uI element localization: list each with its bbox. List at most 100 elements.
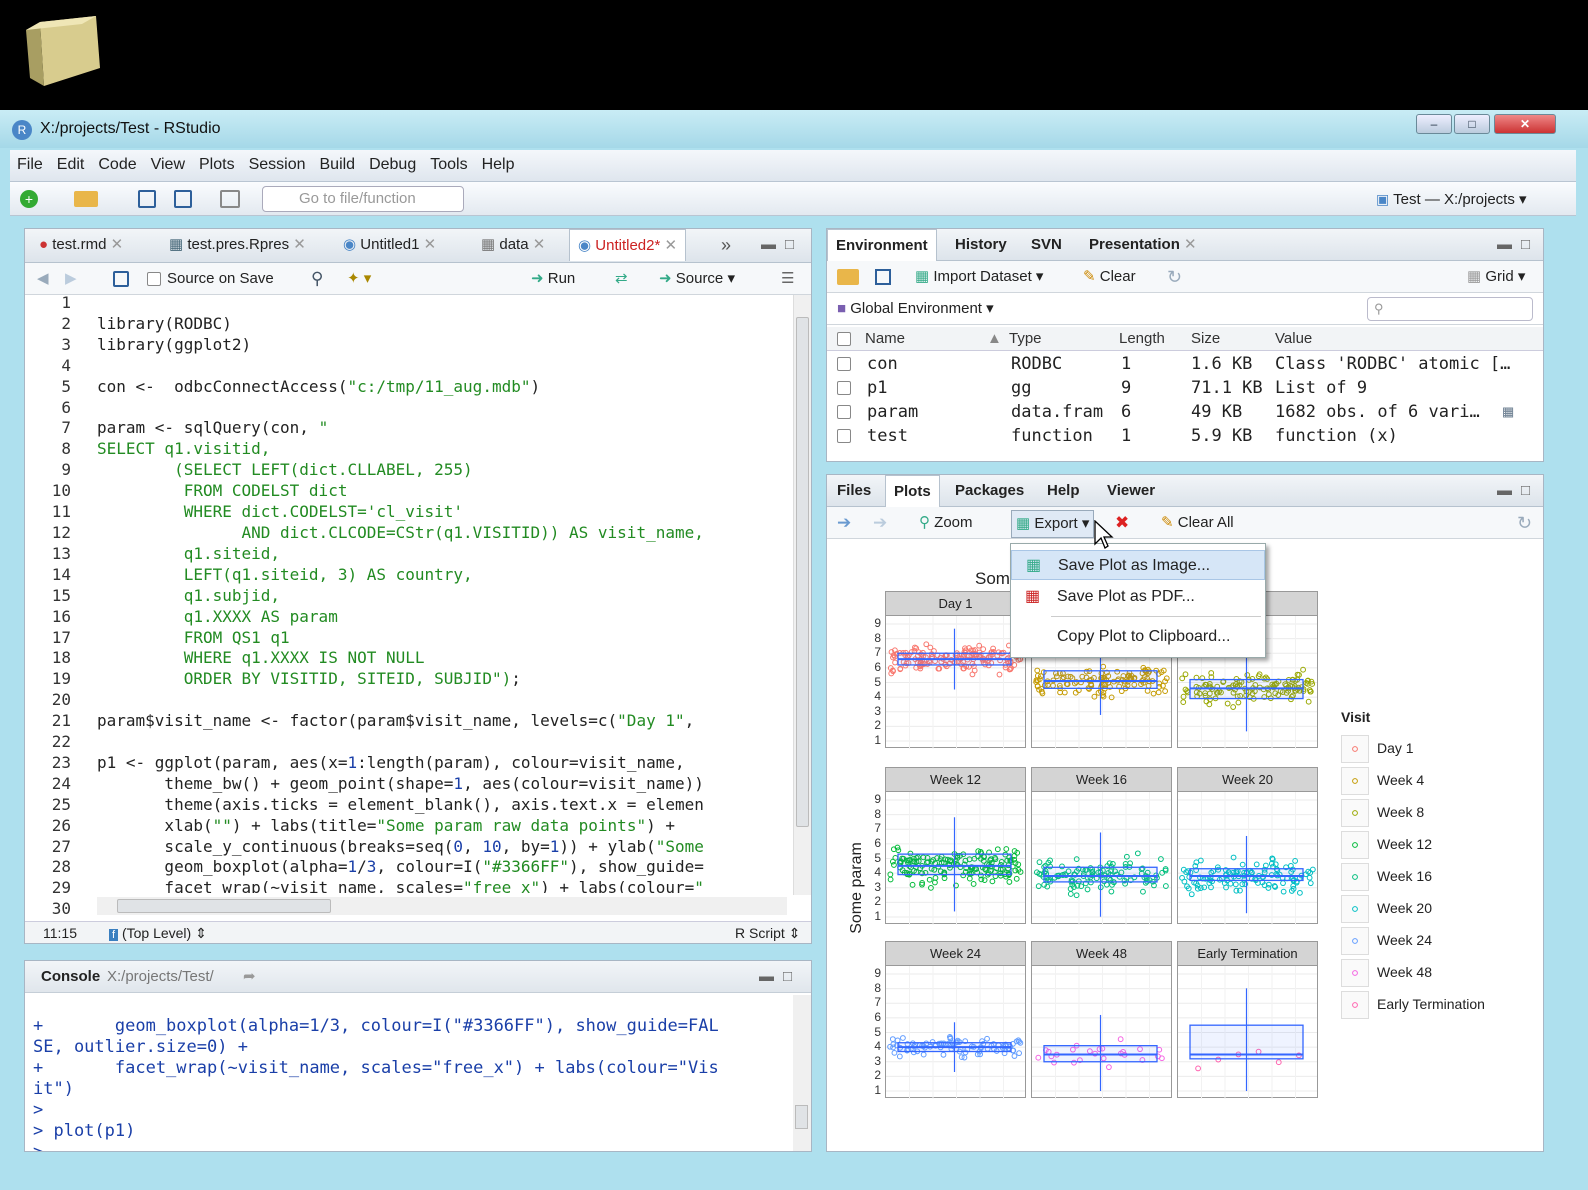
- tab-environment[interactable]: Environment: [827, 229, 937, 261]
- row-checkbox[interactable]: [837, 381, 851, 395]
- tab-untitled1[interactable]: ◉ Untitled1 ✕: [335, 229, 444, 261]
- run-button[interactable]: ➜ Run: [531, 263, 575, 295]
- menu-tools[interactable]: Tools: [423, 150, 474, 180]
- rerun-icon[interactable]: ⇄: [615, 263, 628, 295]
- col-size[interactable]: Size: [1191, 327, 1220, 351]
- console-scroll-thumb[interactable]: [795, 1105, 808, 1129]
- project-menu[interactable]: ▣ Test — X:/projects ▾: [1376, 182, 1527, 217]
- y-tick-label: 7: [874, 995, 881, 1010]
- close-button[interactable]: ✕: [1494, 114, 1556, 134]
- menu-debug[interactable]: Debug: [362, 150, 423, 180]
- menu-edit[interactable]: Edit: [50, 150, 92, 180]
- row-checkbox[interactable]: [837, 429, 851, 443]
- env-maximize-icon[interactable]: □: [1513, 229, 1538, 261]
- console-scrollbar[interactable]: [793, 995, 811, 1151]
- source-on-save-checkbox[interactable]: [147, 272, 161, 286]
- menu-code[interactable]: Code: [91, 150, 143, 180]
- row-checkbox[interactable]: [837, 357, 851, 371]
- table-row[interactable]: param data.fram 6 49 KB 1682 obs. of 6 v…: [827, 401, 1543, 424]
- view-data-icon[interactable]: ▦: [1503, 401, 1513, 424]
- editor-hscroll-thumb[interactable]: [117, 899, 331, 913]
- maximize-button[interactable]: □: [1454, 114, 1490, 134]
- legend-label: Week 20: [1377, 900, 1432, 916]
- go-to-dir-icon[interactable]: ➦: [243, 961, 256, 993]
- menu-plots[interactable]: Plots: [192, 150, 242, 180]
- clear-all-button[interactable]: ✎ Clear All: [1161, 507, 1234, 539]
- data-point: [1307, 880, 1314, 887]
- row-checkbox[interactable]: [837, 405, 851, 419]
- console-minimize-icon[interactable]: ▬: [759, 961, 774, 993]
- editor-hscrollbar[interactable]: [97, 897, 787, 915]
- new-file-icon[interactable]: +: [20, 190, 38, 208]
- tab-presentation[interactable]: Presentation ✕: [1081, 229, 1205, 261]
- menu-session[interactable]: Session: [242, 150, 313, 180]
- console-line: it"): [33, 1079, 74, 1099]
- next-plot-icon[interactable]: ➔: [873, 507, 887, 539]
- save-all-icon[interactable]: [174, 190, 192, 208]
- grid-view-selector[interactable]: ▦ Grid ▾: [1467, 261, 1525, 293]
- console-maximize-icon[interactable]: □: [783, 961, 792, 993]
- remove-plot-icon[interactable]: ✖: [1115, 507, 1129, 539]
- prev-plot-icon[interactable]: ➔: [837, 507, 851, 539]
- save-workspace-icon[interactable]: [875, 269, 891, 285]
- tab-test-pres[interactable]: ▦ test.pres.Rpres ✕: [161, 229, 314, 261]
- maximize-pane-icon[interactable]: □: [777, 229, 802, 261]
- env-search-input[interactable]: ⚲: [1367, 297, 1533, 321]
- table-row[interactable]: con RODBC 1 1.6 KB Class 'RODBC' atomic …: [827, 353, 1543, 376]
- col-value[interactable]: Value: [1275, 327, 1312, 351]
- more-tabs-icon[interactable]: »: [713, 229, 739, 261]
- editor-vscroll-thumb[interactable]: [796, 317, 809, 827]
- col-type[interactable]: Type: [1009, 327, 1042, 351]
- global-env-selector[interactable]: ■ Global Environment ▾: [837, 293, 994, 325]
- select-all-checkbox[interactable]: [837, 332, 851, 346]
- save-icon[interactable]: [138, 190, 156, 208]
- console-output[interactable]: + geom_boxplot(alpha=1/3, colour=I("#336…: [33, 995, 789, 1151]
- menu-build[interactable]: Build: [313, 150, 363, 180]
- tab-plots[interactable]: Plots: [885, 475, 940, 507]
- forward-icon[interactable]: ▶: [65, 263, 77, 295]
- tab-packages[interactable]: Packages: [947, 475, 1032, 507]
- copy-plot-clipboard-item[interactable]: Copy Plot to Clipboard...: [1011, 622, 1265, 652]
- print-icon[interactable]: [220, 190, 240, 208]
- tab-history[interactable]: History: [947, 229, 1015, 261]
- tab-files[interactable]: Files: [829, 475, 879, 507]
- back-icon[interactable]: ◀: [37, 263, 49, 295]
- save-plot-image-item[interactable]: ▦ Save Plot as Image...: [1011, 550, 1265, 580]
- save-plot-pdf-item[interactable]: ▦ Save Plot as PDF...: [1011, 582, 1265, 612]
- plots-maximize-icon[interactable]: □: [1513, 475, 1538, 507]
- find-icon[interactable]: ⚲: [311, 263, 323, 295]
- source-button[interactable]: ➜ Source ▾: [659, 263, 735, 295]
- tab-data[interactable]: ▦ data ✕: [473, 229, 553, 261]
- code-tools-icon[interactable]: ✦ ▾: [347, 263, 371, 295]
- refresh-plot-icon[interactable]: ↻: [1517, 507, 1532, 539]
- editor-vscrollbar[interactable]: [793, 295, 811, 895]
- console-prompt[interactable]: >: [33, 1142, 53, 1151]
- zoom-button[interactable]: ⚲ Zoom: [919, 507, 973, 539]
- file-type-selector[interactable]: R Script ⇕: [735, 922, 800, 944]
- clear-env-button[interactable]: ✎ Clear: [1083, 261, 1136, 293]
- import-dataset-button[interactable]: ▦ Import Dataset ▾: [915, 261, 1043, 293]
- col-name[interactable]: Name: [865, 327, 905, 351]
- refresh-env-icon[interactable]: ↻: [1167, 261, 1182, 293]
- facet-svg: [1032, 966, 1171, 1099]
- minimize-button[interactable]: –: [1416, 114, 1452, 134]
- tab-untitled2[interactable]: ◉ Untitled2* ✕: [569, 229, 687, 261]
- table-row[interactable]: p1 gg 9 71.1 KB List of 9: [827, 377, 1543, 400]
- table-row[interactable]: test function 1 5.9 KB function (x): [827, 425, 1543, 448]
- editor-save-icon[interactable]: [113, 271, 129, 287]
- col-length[interactable]: Length: [1119, 327, 1165, 351]
- goto-file-input[interactable]: Go to file/function: [262, 186, 464, 212]
- code-editor[interactable]: library(RODBC) library(ggplot2) con <- o…: [97, 293, 793, 893]
- menu-view[interactable]: View: [144, 150, 192, 180]
- menu-file[interactable]: File: [10, 150, 50, 180]
- menu-help[interactable]: Help: [475, 150, 522, 180]
- export-button[interactable]: ▦ Export ▾: [1011, 510, 1095, 538]
- tab-help[interactable]: Help: [1039, 475, 1088, 507]
- tab-test-rmd[interactable]: ● test.rmd ✕: [31, 229, 131, 261]
- scope-selector[interactable]: f (Top Level) ⇕: [109, 922, 207, 946]
- tab-svn[interactable]: SVN: [1023, 229, 1070, 261]
- open-project-icon[interactable]: [74, 191, 98, 207]
- tab-viewer[interactable]: Viewer: [1099, 475, 1163, 507]
- outline-icon[interactable]: ☰: [781, 263, 794, 295]
- load-workspace-icon[interactable]: [837, 269, 859, 285]
